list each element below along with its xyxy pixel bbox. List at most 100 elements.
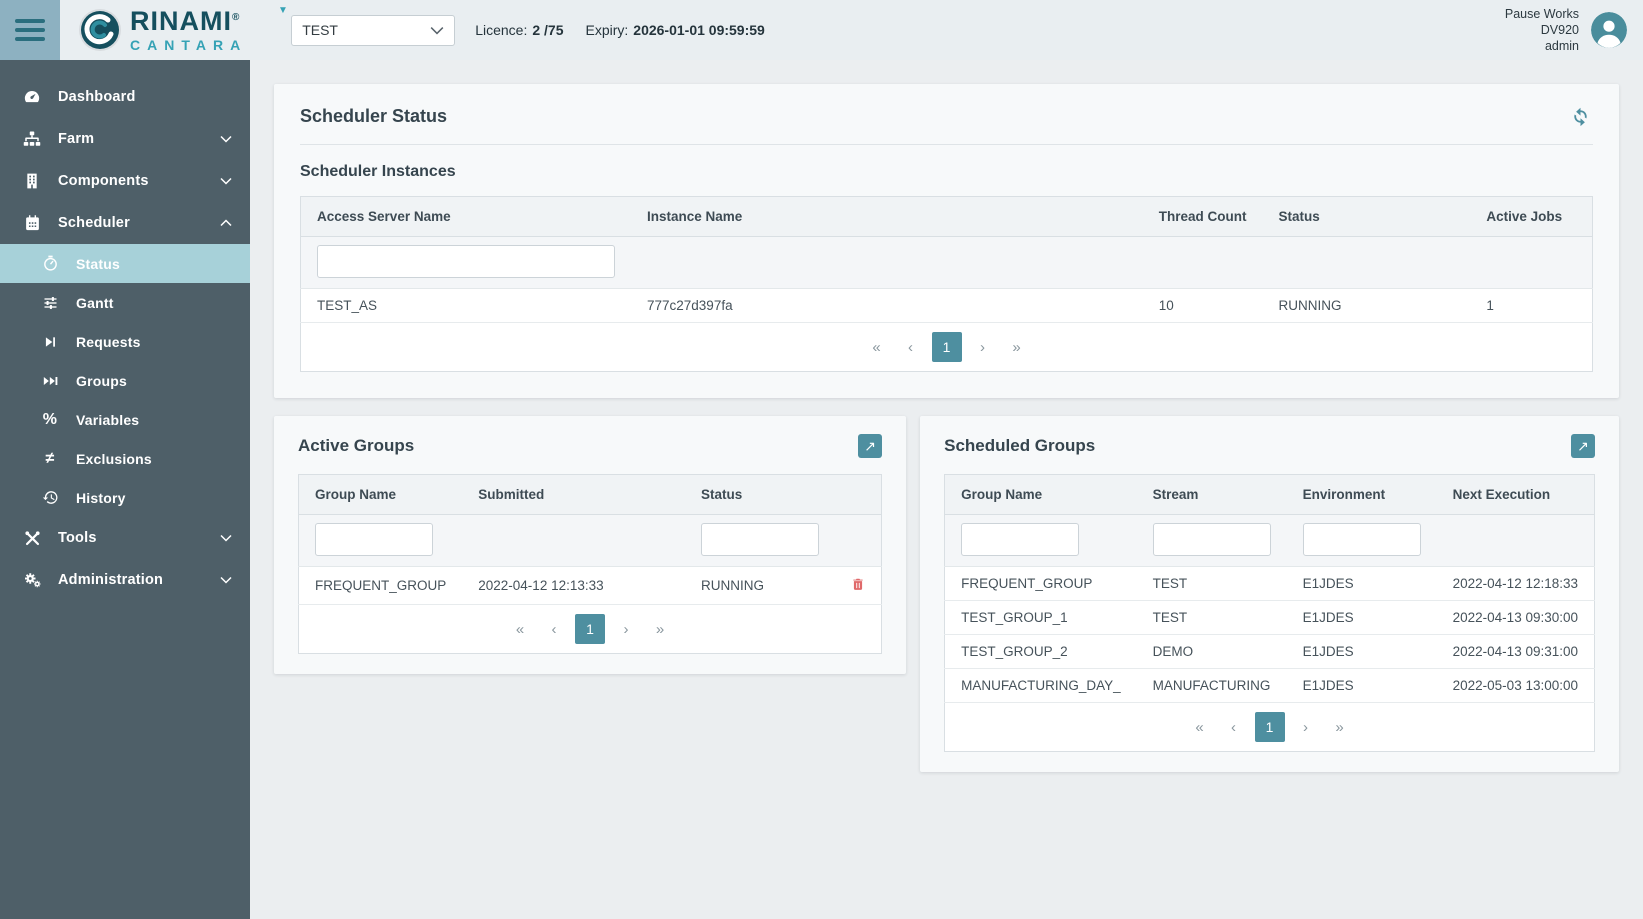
- cell-stream: TEST: [1137, 567, 1287, 601]
- cell-group-name: TEST_GROUP_2: [945, 635, 1137, 669]
- column-header-next-execution: Next Execution: [1437, 475, 1595, 515]
- pagination-first-button[interactable]: «: [864, 333, 890, 361]
- pagination-prev-button[interactable]: ‹: [898, 333, 924, 361]
- column-header-group-name: Group Name: [945, 475, 1137, 515]
- sidebar-item-dashboard[interactable]: Dashboard: [0, 76, 250, 118]
- expiry-value: 2026-01-01 09:59:59: [633, 22, 765, 38]
- chevron-up-icon: [220, 219, 232, 227]
- person-icon: [1591, 12, 1627, 48]
- brand-subname: CANTARA: [130, 38, 247, 52]
- cell-stream: DEMO: [1137, 635, 1287, 669]
- open-scheduled-groups-button[interactable]: ↗: [1571, 434, 1595, 458]
- stream-filter-input[interactable]: [1153, 523, 1271, 556]
- cell-thread-count: 10: [1143, 289, 1263, 323]
- pagination-next-button[interactable]: ›: [970, 333, 996, 361]
- cell-environment: E1JDES: [1287, 567, 1437, 601]
- pagination-first-button[interactable]: «: [1187, 713, 1213, 741]
- pagination-page-1-button[interactable]: 1: [932, 332, 962, 362]
- sidebar-item-tools[interactable]: Tools: [0, 517, 250, 559]
- sidebar-item-administration[interactable]: Administration: [0, 559, 250, 601]
- column-header-active-jobs: Active Jobs: [1470, 197, 1592, 237]
- sidebar-item-label: History: [76, 490, 126, 506]
- user-username: admin: [1505, 38, 1579, 54]
- sidebar-item-status[interactable]: Status: [0, 244, 250, 283]
- gauge-icon: [22, 88, 42, 106]
- sidebar-item-farm[interactable]: Farm: [0, 118, 250, 160]
- table-row[interactable]: TEST_AS 777c27d397fa 10 RUNNING 1: [301, 289, 1593, 323]
- access-server-name-filter-input[interactable]: [317, 245, 615, 278]
- pagination: « ‹ 1 › »: [301, 323, 1592, 371]
- table-row[interactable]: MANUFACTURING_DAY_ MANUFACTURING E1JDES …: [945, 669, 1595, 703]
- active-groups-table: Group Name Submitted Status: [298, 474, 882, 654]
- percent-icon: %: [40, 411, 60, 429]
- group-name-filter-input[interactable]: [961, 523, 1079, 556]
- table-row[interactable]: FREQUENT_GROUP 2022-04-12 12:13:33 RUNNI…: [299, 567, 882, 605]
- step-forward-icon: [40, 334, 60, 350]
- refresh-icon: [1570, 106, 1591, 127]
- table-row[interactable]: TEST_GROUP_2 DEMO E1JDES 2022-04-13 09:3…: [945, 635, 1595, 669]
- expiry-label: Expiry:: [585, 22, 628, 38]
- cell-environment: E1JDES: [1287, 635, 1437, 669]
- environment-select-value: TEST: [302, 22, 338, 38]
- cell-submitted: 2022-04-12 12:13:33: [462, 567, 685, 605]
- column-header-environment: Environment: [1287, 475, 1437, 515]
- chevron-down-icon: [220, 534, 232, 542]
- sidebar-item-requests[interactable]: Requests: [0, 322, 250, 361]
- main-content: Scheduler Status Scheduler Instances: [250, 60, 1643, 919]
- sidebar-item-components[interactable]: Components: [0, 160, 250, 202]
- sidebar-item-scheduler[interactable]: Scheduler: [0, 202, 250, 244]
- licence-value: 2 /75: [532, 22, 563, 38]
- cell-stream: TEST: [1137, 601, 1287, 635]
- column-header-thread-count: Thread Count: [1143, 197, 1263, 237]
- pagination-next-button[interactable]: ›: [1293, 713, 1319, 741]
- sidebar-item-label: Scheduler: [58, 215, 130, 231]
- sidebar-item-variables[interactable]: % Variables: [0, 400, 250, 439]
- topbar: RINAMI®▼ CANTARA TEST Licence:2 /75 Expi…: [0, 0, 1643, 60]
- cell-next-execution: 2022-05-03 13:00:00: [1437, 669, 1595, 703]
- cantara-app: RINAMI®▼ CANTARA TEST Licence:2 /75 Expi…: [0, 0, 1643, 919]
- delete-group-button[interactable]: [851, 576, 865, 592]
- user-company: Pause Works: [1505, 6, 1579, 22]
- column-header-stream: Stream: [1137, 475, 1287, 515]
- pagination-first-button[interactable]: «: [507, 615, 533, 643]
- brand-caret-icon: ▼: [278, 6, 289, 16]
- cell-next-execution: 2022-04-13 09:31:00: [1437, 635, 1595, 669]
- cell-group-name: FREQUENT_GROUP: [945, 567, 1137, 601]
- sidebar-item-gantt[interactable]: Gantt: [0, 283, 250, 322]
- table-row[interactable]: FREQUENT_GROUP TEST E1JDES 2022-04-12 12…: [945, 567, 1595, 601]
- environment-select[interactable]: TEST: [291, 15, 455, 46]
- building-icon: [22, 172, 42, 190]
- pagination-prev-button[interactable]: ‹: [541, 615, 567, 643]
- cell-stream: MANUFACTURING: [1137, 669, 1287, 703]
- pagination: « ‹ 1 › »: [299, 605, 881, 653]
- user-avatar-button[interactable]: [1591, 12, 1627, 48]
- sidebar-item-history[interactable]: History: [0, 478, 250, 517]
- pagination: « ‹ 1 › »: [945, 703, 1594, 751]
- environment-filter-input[interactable]: [1303, 523, 1421, 556]
- sidebar-item-groups[interactable]: Groups: [0, 361, 250, 400]
- pagination-last-button[interactable]: »: [647, 615, 673, 643]
- calendar-icon: [22, 214, 42, 232]
- column-header-submitted: Submitted: [462, 475, 685, 515]
- cell-instance-name: 777c27d397fa: [631, 289, 1143, 323]
- not-equal-icon: ≠: [40, 450, 60, 468]
- table-row[interactable]: TEST_GROUP_1 TEST E1JDES 2022-04-13 09:3…: [945, 601, 1595, 635]
- pagination-prev-button[interactable]: ‹: [1221, 713, 1247, 741]
- pagination-page-1-button[interactable]: 1: [575, 614, 605, 644]
- group-name-filter-input[interactable]: [315, 523, 433, 556]
- sidebar-item-label: Exclusions: [76, 451, 152, 467]
- sidebar-item-label: Farm: [58, 131, 94, 147]
- chevron-down-icon: [220, 135, 232, 143]
- pagination-last-button[interactable]: »: [1327, 713, 1353, 741]
- sidebar-item-exclusions[interactable]: ≠ Exclusions: [0, 439, 250, 478]
- status-filter-input[interactable]: [701, 523, 819, 556]
- scheduler-instances-table: Access Server Name Instance Name Thread …: [300, 196, 1593, 372]
- sidebar-item-label: Variables: [76, 412, 139, 428]
- pagination-page-1-button[interactable]: 1: [1255, 712, 1285, 742]
- open-active-groups-button[interactable]: ↗: [858, 434, 882, 458]
- pagination-next-button[interactable]: ›: [613, 615, 639, 643]
- refresh-button[interactable]: [1568, 104, 1593, 129]
- hamburger-menu-button[interactable]: [0, 0, 60, 60]
- gears-icon: [22, 571, 42, 589]
- pagination-last-button[interactable]: »: [1004, 333, 1030, 361]
